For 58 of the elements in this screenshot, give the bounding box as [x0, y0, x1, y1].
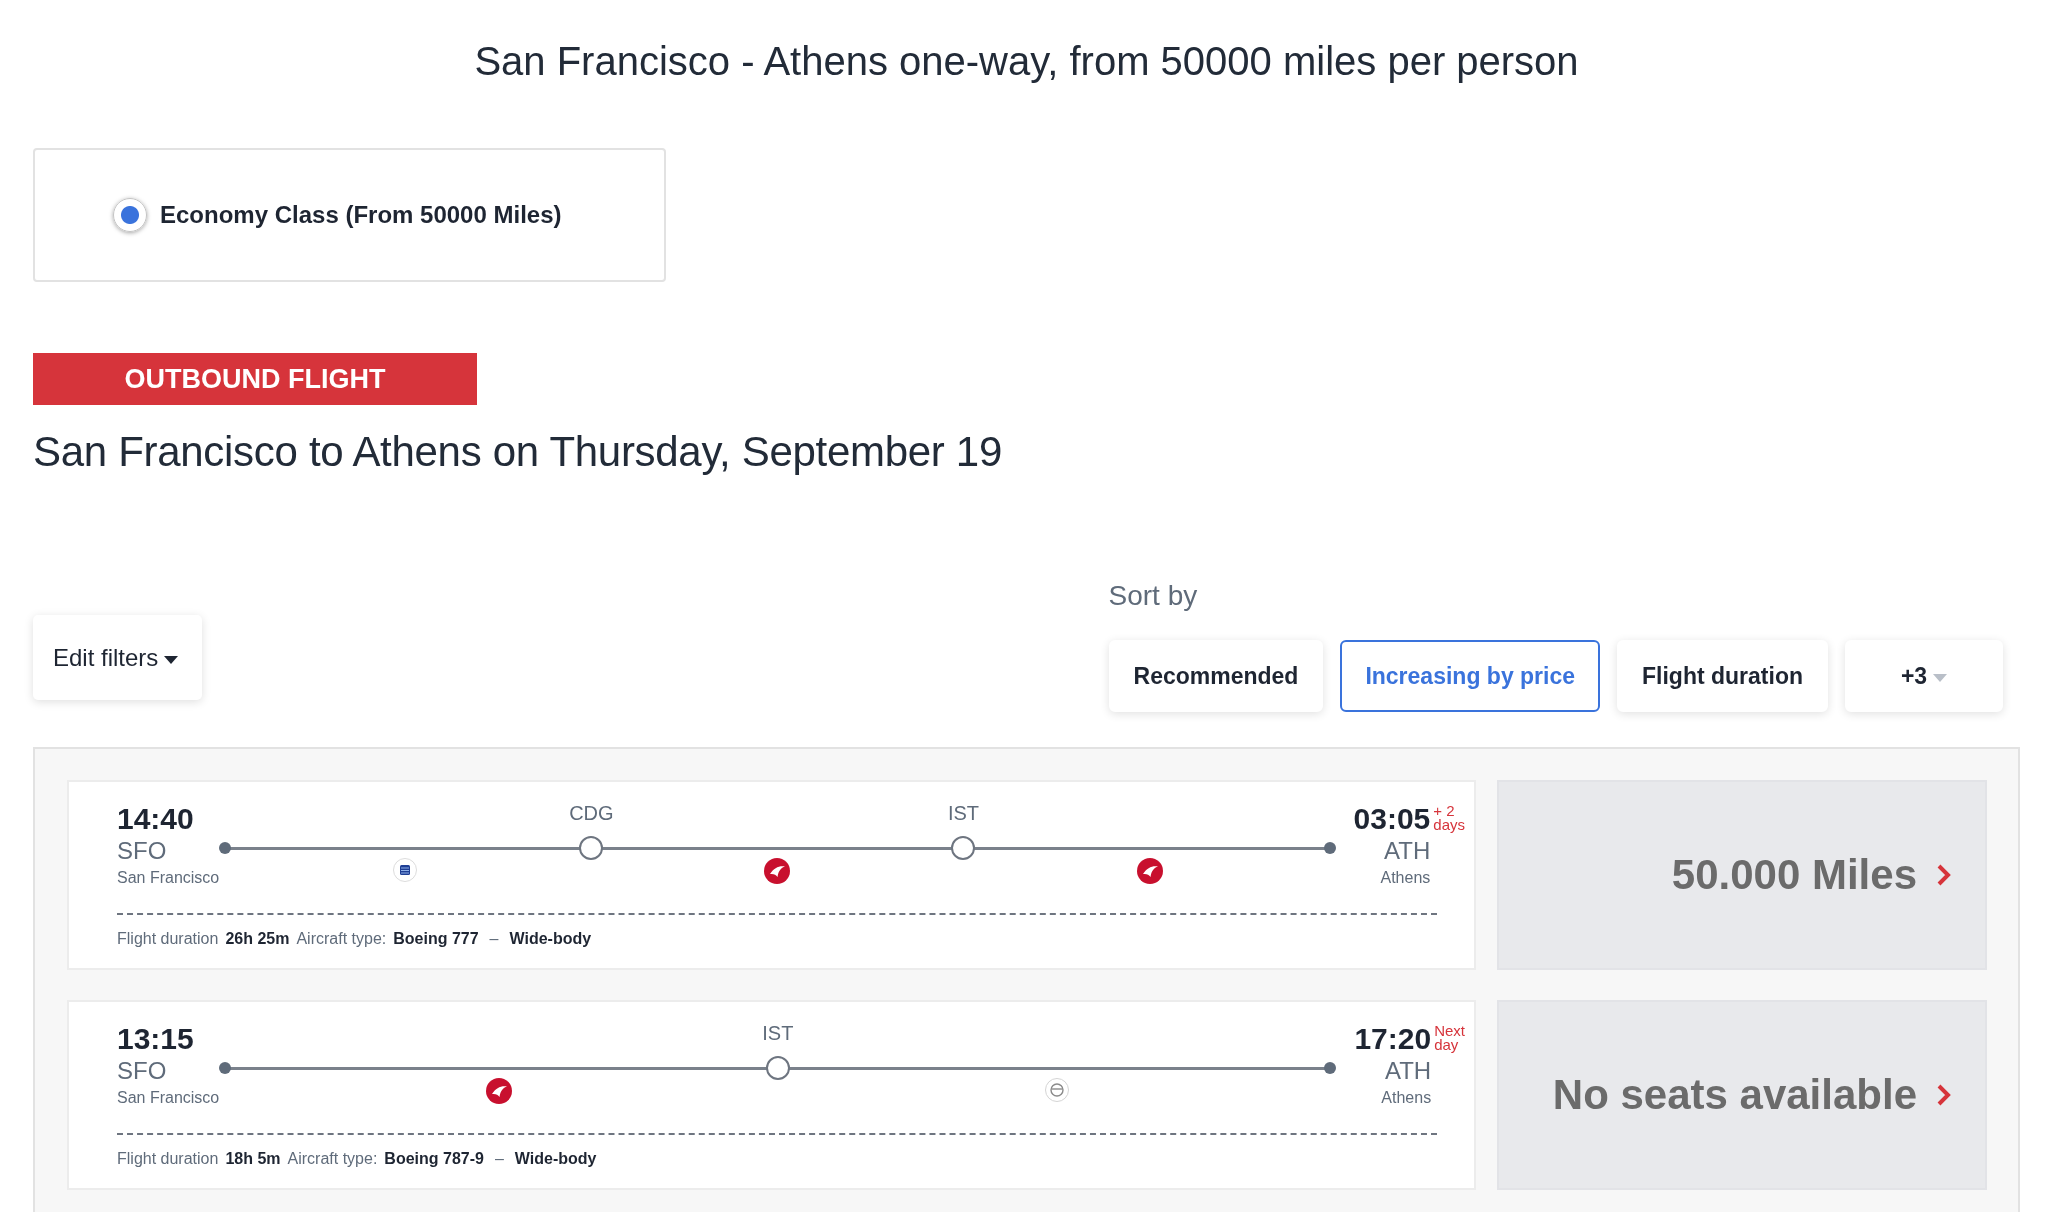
detail-label: Aircraft type:: [287, 1149, 378, 1169]
detail-separator: –: [489, 929, 499, 949]
detail-label: Flight duration: [117, 1149, 219, 1169]
more-sort-options-button[interactable]: +3: [1845, 640, 2003, 712]
city-name: San Francisco: [117, 1088, 220, 1108]
sort-option-button[interactable]: Flight duration: [1617, 640, 1828, 712]
detail-value: 26h 25m: [225, 929, 290, 949]
stop-code: CDG: [569, 802, 614, 824]
airport-code: ATH: [1384, 836, 1431, 866]
stop-marker-icon: [951, 836, 976, 860]
fare-class-label[interactable]: Economy Class (From 50000 Miles): [160, 201, 562, 229]
detail-value: 18h 5m: [225, 1149, 281, 1169]
caret-down-icon: [164, 655, 179, 664]
stop-code: IST: [947, 802, 980, 824]
fare-button[interactable]: No seats available: [1497, 1000, 1987, 1190]
sort-label: Sort by: [1108, 580, 1198, 612]
detail-value: Wide-body: [509, 929, 592, 949]
detail-label: Flight duration: [117, 929, 219, 949]
stop-code: IST: [762, 1022, 794, 1044]
city-name: Athens: [1380, 868, 1431, 888]
bird-emblem-icon: [764, 858, 791, 884]
airport-code: SFO: [117, 1056, 168, 1086]
fare-button[interactable]: 50.000 Miles: [1497, 780, 1987, 970]
sort-option-button[interactable]: Recommended: [1108, 640, 1324, 712]
arrival-time: 17:20: [1354, 1022, 1432, 1056]
route-heading: San Francisco to Athens on Thursday, September 19: [33, 427, 1003, 477]
round-emblem-icon: [1045, 1078, 1070, 1102]
day-offset-note: Next day: [1434, 1024, 1465, 1052]
stop-marker-icon: [579, 836, 604, 860]
departure-time: 13:15: [117, 1022, 195, 1056]
edit-filters-button[interactable]: Edit filters: [33, 615, 202, 700]
radio-button[interactable]: [113, 198, 147, 232]
day-offset-note: + 2 days: [1433, 804, 1465, 832]
detail-separator: –: [494, 1149, 504, 1169]
chevron-right-icon: [1937, 864, 1951, 886]
bird-emblem-icon: [485, 1078, 512, 1104]
bird-emblem-icon: [1136, 858, 1163, 884]
departure-time: 14:40: [117, 802, 195, 836]
stop-marker-icon: [765, 1056, 790, 1080]
detail-value: Wide-body: [514, 1149, 597, 1169]
caret-down-icon: [1933, 674, 1948, 682]
detail-label: Aircraft type:: [296, 929, 387, 949]
arrival-time: 03:05: [1353, 802, 1431, 836]
detail-value: Boeing 787-9: [384, 1149, 484, 1169]
detail-value: Boeing 777: [393, 929, 479, 949]
globe-emblem-icon: [393, 858, 418, 882]
chevron-right-icon: [1937, 1084, 1951, 1106]
airport-code: SFO: [117, 836, 168, 866]
city-name: San Francisco: [117, 868, 220, 888]
airport-code: ATH: [1384, 1056, 1432, 1086]
endpoint-dot-icon: [219, 842, 232, 854]
page-title: San Francisco - Athens one-way, from 50000 miles per person: [473, 38, 1580, 85]
endpoint-dot-icon: [1323, 842, 1336, 854]
section-banner: OUTBOUND FLIGHT: [33, 353, 477, 405]
city-name: Athens: [1381, 1088, 1432, 1108]
endpoint-dot-icon: [219, 1062, 232, 1074]
endpoint-dot-icon: [1324, 1062, 1337, 1074]
sort-option-button[interactable]: Increasing by price: [1340, 640, 1601, 712]
